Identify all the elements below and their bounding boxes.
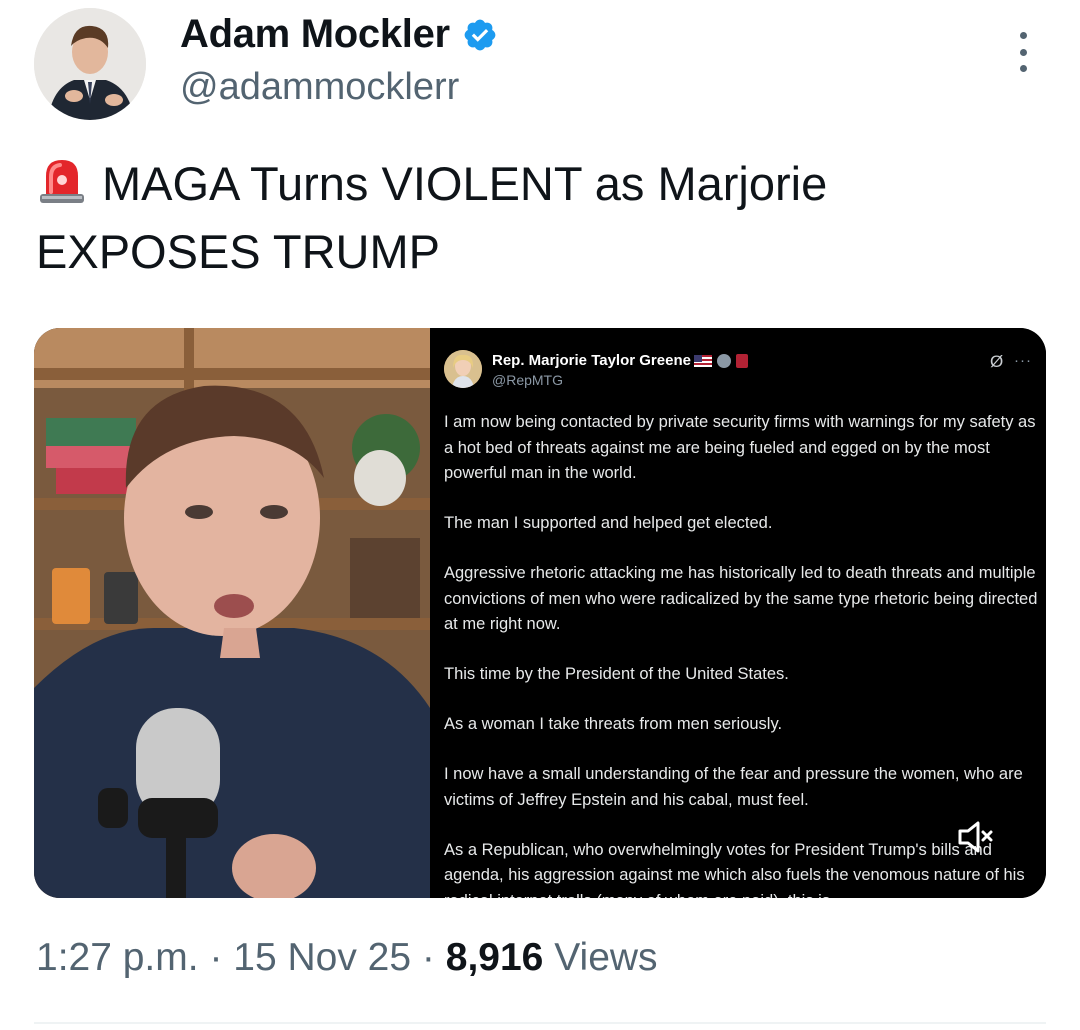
embedded-avatar: [444, 350, 482, 388]
grok-icon: Ø: [990, 352, 1004, 371]
more-options-icon[interactable]: [1008, 32, 1038, 72]
author-name[interactable]: Adam Mockler: [180, 12, 450, 57]
embedded-paragraph: The man I supported and helped get elect…: [444, 514, 773, 532]
affiliate-badge-icon: [735, 353, 748, 368]
views-label: Views: [554, 936, 658, 979]
meta-separator: ·: [209, 936, 223, 979]
mute-icon[interactable]: [956, 820, 996, 854]
tweet-text: MAGA Turns VIOLENT as Marjorie EXPOSES T…: [36, 150, 1036, 286]
embedded-paragraph: As a Republican, who overwhelmingly vote…: [444, 840, 1025, 899]
video-frame-image: [34, 328, 430, 898]
gray-verified-badge-icon: [716, 353, 731, 368]
author-avatar[interactable]: [34, 8, 146, 120]
embedded-paragraph: As a woman I take threats from men serio…: [444, 715, 783, 733]
embedded-paragraph: I am now being contacted by private secu…: [444, 413, 1036, 482]
tweet-text-content: MAGA Turns VIOLENT as Marjorie EXPOSES T…: [36, 157, 828, 278]
tweet-time[interactable]: 1:27 p.m.: [36, 936, 199, 979]
embedded-paragraph: I now have a small understanding of the …: [444, 765, 1023, 809]
video-media[interactable]: Rep. Marjorie Taylor Greene @RepMTG Ø ··…: [34, 328, 1046, 898]
embedded-post-screenshot: Rep. Marjorie Taylor Greene @RepMTG Ø ··…: [430, 328, 1046, 898]
author-handle[interactable]: @adammocklerr: [180, 66, 459, 109]
embedded-more-icon: ···: [1014, 352, 1032, 369]
tweet-date[interactable]: 15 Nov 25: [233, 936, 411, 979]
embedded-avatar-image: [444, 350, 482, 388]
embedded-author-name-text: Rep. Marjorie Taylor Greene: [492, 352, 691, 369]
views-count: 8,916: [445, 936, 544, 979]
meta-separator: ·: [421, 936, 435, 979]
verified-badge-icon[interactable]: [462, 17, 498, 53]
embedded-post-body: I am now being contacted by private secu…: [444, 410, 1040, 898]
tweet-meta: 1:27 p.m. · 15 Nov 25 · 8,916 Views: [36, 936, 658, 980]
embedded-paragraph: This time by the President of the United…: [444, 665, 789, 683]
embedded-author-name: Rep. Marjorie Taylor Greene: [492, 352, 748, 369]
avatar-image: [34, 8, 146, 120]
police-siren-icon: [40, 160, 84, 203]
divider: [34, 1022, 1046, 1024]
us-flag-icon: [693, 354, 712, 367]
embedded-author-handle: @RepMTG: [492, 372, 563, 388]
video-thumbnail[interactable]: [34, 328, 430, 898]
author-name-row: Adam Mockler: [180, 12, 498, 57]
embedded-paragraph: Aggressive rhetoric attacking me has his…: [444, 564, 1038, 633]
